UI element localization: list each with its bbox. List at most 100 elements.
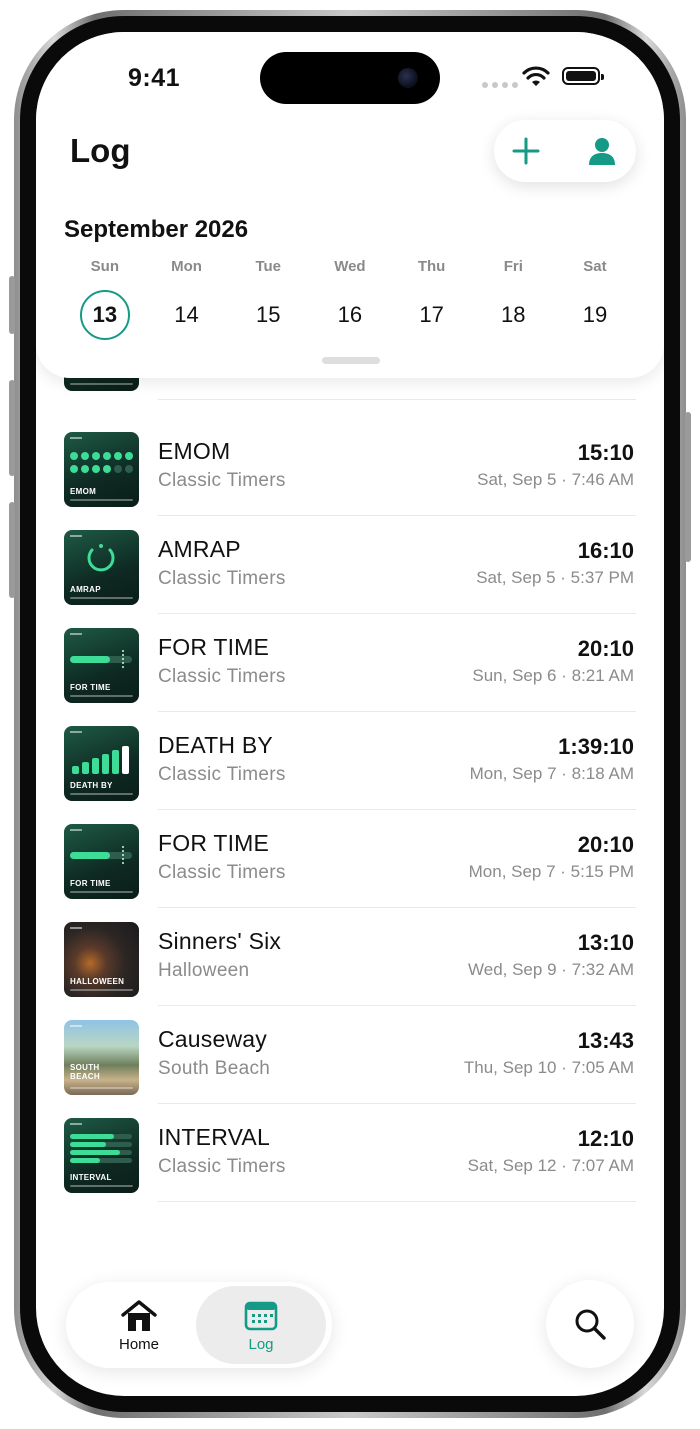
- calendar-day[interactable]: Wed 16: [309, 258, 391, 340]
- calendar-day[interactable]: Sat 19: [554, 258, 636, 340]
- workout-thumbnail: EMOM: [64, 432, 139, 507]
- workout-category: Classic Timers: [158, 666, 286, 687]
- month-label: September 2026: [64, 216, 249, 243]
- workout-name: FOR TIME: [158, 634, 270, 660]
- workout-name: Sinners' Six: [158, 928, 282, 954]
- workout-date-time: Wed, Sep 9 · 7:32 AM: [468, 960, 634, 979]
- cellular-signal-icon: [482, 82, 518, 88]
- thumbnail-label: HALLOWEEN: [70, 977, 125, 986]
- header-actions: [494, 120, 636, 182]
- workout-duration: 12:10: [577, 1126, 634, 1151]
- battery-icon: [562, 67, 604, 85]
- thumbnail-label: FOR TIME: [70, 683, 111, 692]
- add-button[interactable]: [506, 131, 546, 171]
- workout-duration: 20:10: [577, 636, 634, 661]
- day-of-week-label: Sat: [583, 258, 607, 275]
- volume-down-button: [9, 502, 15, 598]
- day-of-week-label: Fri: [503, 258, 523, 275]
- thumbnail-label: DEATH BY: [70, 781, 113, 790]
- tab-home[interactable]: Home: [74, 1286, 204, 1364]
- workout-category: Classic Timers: [158, 764, 286, 785]
- workout-date-time: Sat, Sep 5 · 7:46 AM: [477, 470, 634, 489]
- log-entry[interactable]: EMOM EMOM Classic Timers 15:10 Sat, Sep 5 · …: [36, 418, 664, 516]
- status-time: 9:41: [128, 64, 181, 92]
- camera-icon: [398, 68, 418, 88]
- workout-duration: 15:10: [577, 440, 634, 465]
- workout-category: Halloween: [158, 960, 250, 981]
- screen: AMRAPAMRAPClassic TimersTue, Sep 1 · 7:3…: [36, 32, 664, 1396]
- workout-thumbnail: SOUTH BEACH: [64, 1020, 139, 1095]
- workout-name: DEATH BY: [158, 732, 273, 758]
- day-number: 15: [255, 302, 281, 327]
- workout-category: Classic Timers: [158, 1156, 286, 1177]
- page-title: Log: [70, 132, 131, 169]
- workout-date-time: Sat, Sep 5 · 5:37 PM: [476, 568, 634, 587]
- workout-date-time: Mon, Sep 7 · 5:15 PM: [468, 862, 634, 881]
- dynamic-island: [260, 52, 440, 104]
- workout-thumbnail: DEATH BY: [64, 726, 139, 801]
- tab-bar: Home Log: [66, 1282, 332, 1368]
- calendar-icon: [243, 1298, 279, 1337]
- day-of-week-label: Thu: [417, 258, 446, 275]
- workout-name: Causeway: [158, 1026, 267, 1052]
- calendar-day[interactable]: Fri 18: [472, 258, 554, 340]
- day-of-week-label: Wed: [334, 258, 366, 275]
- workout-duration: 13:10: [577, 930, 634, 955]
- profile-button[interactable]: [582, 131, 622, 171]
- workout-category: Classic Timers: [158, 568, 286, 589]
- log-entry[interactable]: AMRAP AMRAP Classic Timers 16:10 Sat, Sep 5 …: [36, 516, 664, 614]
- calendar-day[interactable]: Tue 15: [227, 258, 309, 340]
- thumbnail-label: FOR TIME: [70, 879, 111, 888]
- log-entry[interactable]: HALLOWEEN Sinners' Six Halloween 13:10 Wed, …: [36, 908, 664, 1006]
- day-of-week-label: Sun: [90, 258, 120, 275]
- workout-name: AMRAP: [158, 536, 241, 562]
- home-icon: [119, 1298, 159, 1339]
- workout-date-time: Sun, Sep 6 · 8:21 AM: [472, 666, 634, 685]
- log-entry[interactable]: INTERVAL INTERVAL Classic Timers 12:10 Sat, …: [36, 1104, 664, 1202]
- workout-category: Classic Timers: [158, 470, 286, 491]
- workout-duration: 16:10: [577, 538, 634, 563]
- workout-date-time: Sat, Sep 12 · 7:07 AM: [467, 1156, 634, 1175]
- day-of-week-label: Tue: [255, 258, 281, 275]
- tab-log[interactable]: Log: [196, 1286, 326, 1364]
- thumbnail-label: AMRAP: [70, 585, 101, 594]
- plus-icon: [512, 137, 540, 165]
- log-entry[interactable]: FOR TIME FOR TIME Classic Timers 20:10 Sun, …: [36, 614, 664, 712]
- workout-date-time: Mon, Sep 7 · 8:18 AM: [469, 764, 634, 783]
- day-of-week-label: Mon: [171, 258, 202, 275]
- action-button: [9, 276, 15, 334]
- day-number: 14: [174, 302, 199, 327]
- selected-day-number: 13: [79, 290, 130, 340]
- calendar-day[interactable]: Sun 13: [64, 258, 146, 340]
- workout-thumbnail: AMRAP: [64, 530, 139, 605]
- calendar-day[interactable]: Mon 14: [146, 258, 228, 340]
- workout-name: FOR TIME: [158, 830, 270, 856]
- search-button[interactable]: [546, 1280, 634, 1368]
- sheet-grabber[interactable]: [322, 357, 380, 364]
- thumbnail-label: SOUTH BEACH: [70, 1063, 100, 1081]
- tab-log-label: Log: [248, 1336, 274, 1353]
- row-divider: [158, 399, 636, 400]
- person-icon: [589, 138, 615, 165]
- workout-date-time: Thu, Sep 10 · 7:05 AM: [463, 1058, 634, 1077]
- log-entry[interactable]: DEATH BY DEATH BY Classic Timers 1:39:10 Mon…: [36, 712, 664, 810]
- workout-name: INTERVAL: [158, 1124, 270, 1150]
- day-number: 18: [501, 302, 526, 327]
- row-divider: [158, 1201, 636, 1202]
- day-number: 19: [582, 302, 608, 327]
- workout-thumbnail: FOR TIME: [64, 628, 139, 703]
- thumbnail-label: EMOM: [70, 487, 97, 496]
- power-button: [685, 412, 691, 562]
- workout-thumbnail: FOR TIME: [64, 824, 139, 899]
- header-panel: 9:41 Log September 2026 Sun 13 Mon 14 Tu…: [36, 32, 664, 378]
- log-entry[interactable]: SOUTH BEACH Causeway South Beach 13:43 Thu, …: [36, 1006, 664, 1104]
- workout-thumbnail: HALLOWEEN: [64, 922, 139, 997]
- wifi-icon: [522, 66, 550, 93]
- day-number: 16: [337, 302, 363, 327]
- week-strip: Sun 13 Mon 14 Tue 15 Wed 16 Thu 17 Fri 18 Sat 19: [64, 258, 636, 340]
- thumbnail-label: INTERVAL: [70, 1173, 112, 1182]
- log-entry[interactable]: FOR TIME FOR TIME Classic Timers 20:10 Mon, …: [36, 810, 664, 908]
- workout-name: EMOM: [158, 438, 231, 464]
- workout-thumbnail: INTERVAL: [64, 1118, 139, 1193]
- calendar-day[interactable]: Thu 17: [391, 258, 473, 340]
